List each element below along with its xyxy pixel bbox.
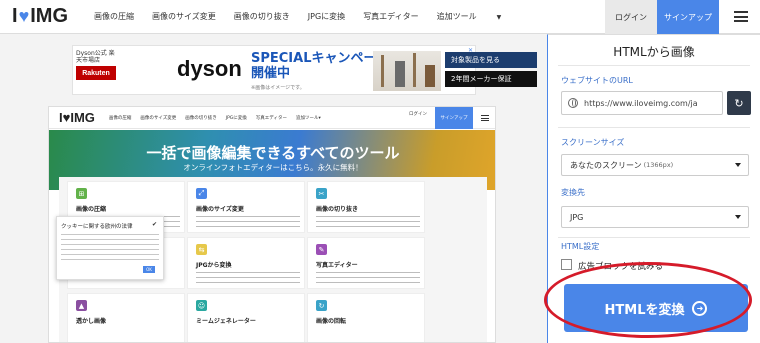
warranty-label: 2年間メーカー保証 xyxy=(451,75,512,83)
format-value: JPG xyxy=(570,212,584,222)
embedded-nav: 画像の圧縮 画像のサイズ変更 画像の切り抜き JPGに変換 写真エディター 追加… xyxy=(109,115,330,121)
embedded-menu-icon xyxy=(481,115,489,121)
nav-crop[interactable]: 画像の切り抜き xyxy=(234,11,290,22)
main-nav: 画像の圧縮 画像のサイズ変更 画像の切り抜き JPGに変換 写真エディター 追加… xyxy=(94,11,537,22)
caret-down-icon: ▼ xyxy=(496,14,502,21)
ad-note: ※画像はイメージです。 xyxy=(251,85,305,91)
watermark-icon: ▲ xyxy=(76,300,87,311)
url-label: ウェブサイトのURL xyxy=(561,76,633,85)
rakuten-store: Dyson公式 楽天市場店 Rakuten xyxy=(76,50,118,92)
login-button[interactable]: ログイン xyxy=(605,0,657,34)
tool-card-title: 写真エディター xyxy=(316,262,358,269)
tool-card: ⤢ 画像のサイズ変更 xyxy=(187,181,305,233)
product-image xyxy=(373,51,441,91)
top-navigation: I ♥ IMG 画像の圧縮 画像のサイズ変更 画像の切り抜き JPGに変換 写真… xyxy=(0,0,760,34)
ad-close-icon[interactable]: ✕ xyxy=(468,47,473,54)
screen-size-value: あなたのスクリーン xyxy=(570,160,642,170)
embedded-topbar: I♥IMG 画像の圧縮 画像のサイズ変更 画像の切り抜き JPGに変換 写真エデ… xyxy=(49,107,495,129)
nav-photo-editor[interactable]: 写真エディター xyxy=(363,11,418,22)
ad-headline-line2: 開催中 xyxy=(251,66,291,81)
tool-card-title: 画像の切り抜き xyxy=(316,206,359,213)
ad-headline-line1: SPECIALキャンペーン xyxy=(251,51,389,66)
tool-card: ↻ 画像の回転 xyxy=(307,293,425,342)
tool-card-title: JPGから変換 xyxy=(196,262,232,269)
divider xyxy=(558,65,750,66)
globe-icon xyxy=(568,98,578,108)
tool-card-title: 画像の回転 xyxy=(316,318,347,325)
hero-subtitle: オンラインフォトエディターはこちら。永久に無料！ xyxy=(183,163,363,172)
cookie-notice: クッキーに関する欧州の法律 ✔ OK xyxy=(56,216,164,280)
url-input[interactable]: https://www.iloveimg.com/ja xyxy=(561,91,723,115)
refresh-icon[interactable]: ↻ xyxy=(727,91,751,115)
tool-card: ✎ 写真エディター xyxy=(307,237,425,289)
chevron-down-icon xyxy=(735,163,741,167)
view-products-label: 対象製品を見る xyxy=(451,56,500,64)
tool-card: ⇆ JPGから変換 xyxy=(187,237,305,289)
from-jpg-icon: ⇆ xyxy=(196,244,207,255)
nav-resize[interactable]: 画像のサイズ変更 xyxy=(152,11,216,22)
tool-card-description xyxy=(196,214,300,228)
meme-icon: ☺ xyxy=(196,300,207,311)
embedded-nav-item: JPGに変換 xyxy=(225,115,247,121)
highlight-annotation xyxy=(544,262,752,338)
cookie-ok-button: OK xyxy=(143,266,155,273)
screen-size-label: スクリーンサイズ xyxy=(561,138,625,147)
embedded-nav-item: 追加ツール▾ xyxy=(295,115,321,121)
hamburger-menu-icon[interactable] xyxy=(734,11,748,22)
logo-text-i: I xyxy=(12,5,18,27)
advertisement-banner[interactable]: Dyson公式 楽天市場店 Rakuten dyson SPECIALキャンペー… xyxy=(72,45,537,95)
iloveimg-logo[interactable]: I ♥ IMG xyxy=(12,5,68,28)
chevron-down-icon xyxy=(735,215,741,219)
embedded-nav-item: 画像の圧縮 xyxy=(108,115,132,121)
url-value: https://www.iloveimg.com/ja xyxy=(584,98,698,108)
embedded-nav-item: 画像の切り抜き xyxy=(185,115,217,121)
tool-card-title: 透かし画像 xyxy=(76,318,107,325)
crop-icon: ✂ xyxy=(316,188,327,199)
tool-card-description xyxy=(316,270,420,284)
adblock-checkbox[interactable] xyxy=(561,259,572,270)
embedded-nav-item: 写真エディター xyxy=(255,115,287,121)
nav-more-tools[interactable]: 追加ツール ▼ xyxy=(437,11,520,22)
hero-title: 一括で画像編集できるすべてのツール xyxy=(146,144,400,162)
compress-icon: ⊞ xyxy=(76,188,87,199)
format-select[interactable]: JPG xyxy=(561,206,749,228)
edit-icon: ✎ xyxy=(316,244,327,255)
convert-to-label: 変換先 xyxy=(561,188,585,197)
tool-card-title: 画像のサイズ変更 xyxy=(196,206,244,213)
rakuten-logo: Rakuten xyxy=(76,66,116,80)
divider xyxy=(558,127,750,128)
tool-card-description xyxy=(196,270,300,284)
tool-card-title: 画像の圧縮 xyxy=(76,206,107,213)
divider xyxy=(558,237,750,238)
cookie-text xyxy=(61,232,159,262)
rotate-icon: ↻ xyxy=(316,300,327,311)
screen-size-select[interactable]: あなたのスクリーン (1366px) xyxy=(561,154,749,176)
tool-card-title: ミームジェネレーター xyxy=(196,318,256,325)
screen-size-sub: (1366px) xyxy=(643,161,674,169)
tool-card: ✂ 画像の切り抜き xyxy=(307,181,425,233)
tool-card: ☺ ミームジェネレーター xyxy=(187,293,305,342)
tool-card-description xyxy=(316,214,420,228)
tool-card: ▲ 透かし画像 xyxy=(67,293,185,342)
check-icon: ✔ xyxy=(151,221,157,228)
store-name: Dyson公式 楽天市場店 xyxy=(76,50,115,64)
ad-headline: SPECIALキャンペーン 開催中 xyxy=(251,51,389,81)
resize-icon: ⤢ xyxy=(196,188,207,199)
dyson-logo: dyson xyxy=(177,56,242,81)
embedded-login: ログイン xyxy=(409,112,427,117)
warranty-pill[interactable]: 2年間メーカー保証 xyxy=(445,71,537,87)
nav-convert-jpg[interactable]: JPGに変換 xyxy=(308,11,345,22)
nav-more-tools-label: 追加ツール xyxy=(436,12,477,21)
view-products-pill[interactable]: 対象製品を見る xyxy=(445,52,537,68)
embedded-logo: I♥IMG xyxy=(59,110,95,125)
embedded-nav-item: 画像のサイズ変更 xyxy=(140,115,177,121)
nav-compress[interactable]: 画像の圧縮 xyxy=(94,11,134,22)
embedded-signup: サインアップ xyxy=(435,107,473,129)
signup-button[interactable]: サインアップ xyxy=(657,0,719,34)
heart-icon: ♥ xyxy=(18,6,30,26)
cookie-title: クッキーに関する欧州の法律 xyxy=(61,224,133,230)
panel-title: HTMLから画像 xyxy=(613,45,695,59)
logo-text-img: IMG xyxy=(30,5,69,27)
html-settings-label: HTML設定 xyxy=(561,242,600,251)
